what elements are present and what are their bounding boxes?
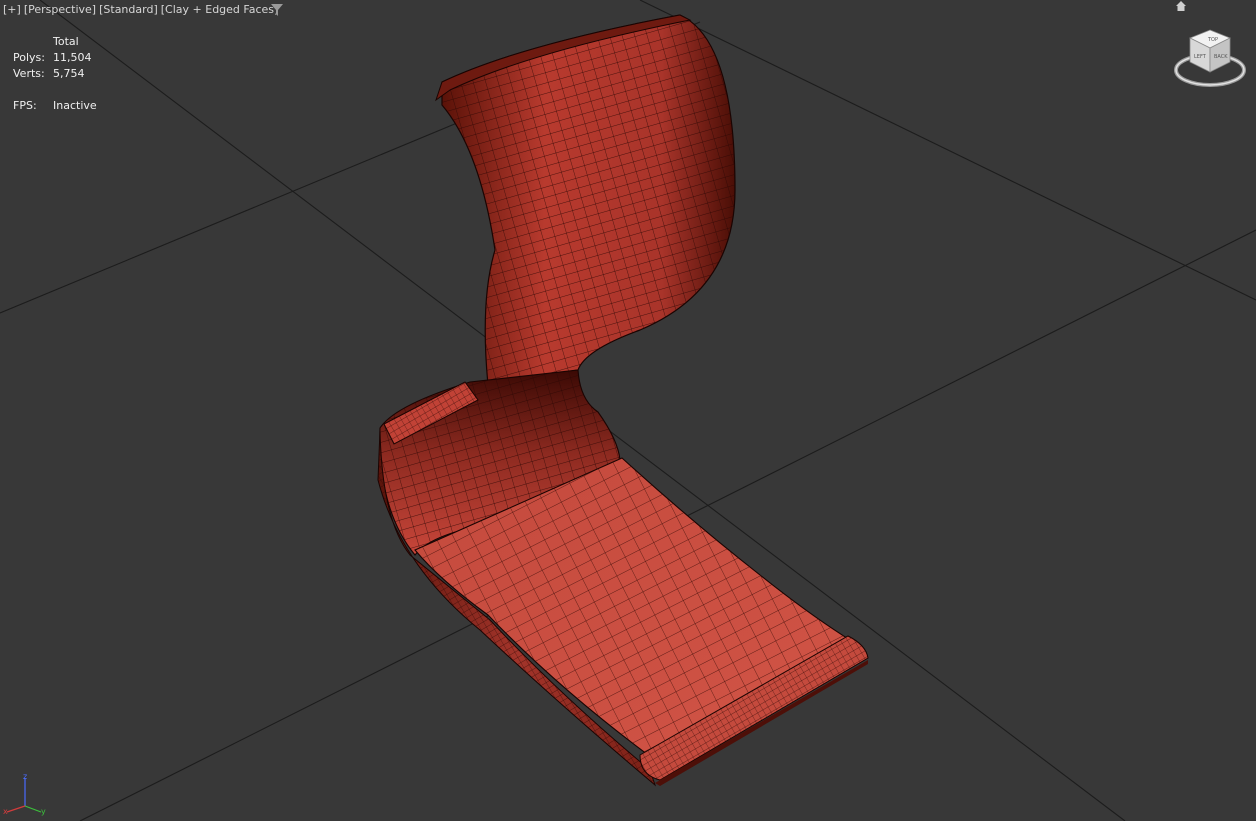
viewcube-left-label: LEFT bbox=[1194, 54, 1207, 60]
stats-header: Total bbox=[53, 35, 79, 48]
axis-y-label: y bbox=[41, 807, 46, 816]
scene-canvas[interactable] bbox=[0, 0, 1256, 821]
polys-value: 11,504 bbox=[53, 51, 92, 64]
viewport-display-mode-menu[interactable]: [Clay + Edged Faces] bbox=[161, 3, 279, 16]
statistics-overlay: Total Polys: 11,504 Verts: 5,754 FPS: In… bbox=[13, 34, 97, 114]
viewport-shading-style-menu[interactable]: [Standard] bbox=[99, 3, 158, 16]
viewcube-top-label: TOP bbox=[1207, 37, 1218, 43]
home-icon[interactable] bbox=[1176, 1, 1186, 11]
axis-z-label: z bbox=[23, 772, 27, 781]
viewport-plus-menu[interactable]: [+] bbox=[3, 3, 21, 16]
funnel-icon[interactable] bbox=[271, 4, 283, 16]
viewcube-back-label: BACK bbox=[1214, 54, 1228, 60]
axis-tripod: z x y bbox=[3, 772, 46, 816]
verts-value: 5,754 bbox=[53, 67, 85, 80]
chair-mesh bbox=[377, 14, 869, 787]
viewport-view-menu[interactable]: [Perspective] bbox=[24, 3, 96, 16]
fps-value: Inactive bbox=[53, 99, 97, 112]
polys-label: Polys: bbox=[13, 51, 45, 64]
verts-label: Verts: bbox=[13, 67, 45, 80]
axis-x-label: x bbox=[3, 807, 8, 816]
viewcube-icon[interactable]: TOP LEFT BACK bbox=[1172, 26, 1248, 90]
viewport-label-menu: [+] [Perspective] [Standard] [Clay + Edg… bbox=[3, 3, 278, 16]
perspective-viewport[interactable]: [+] [Perspective] [Standard] [Clay + Edg… bbox=[0, 0, 1256, 821]
fps-label: FPS: bbox=[13, 99, 37, 112]
